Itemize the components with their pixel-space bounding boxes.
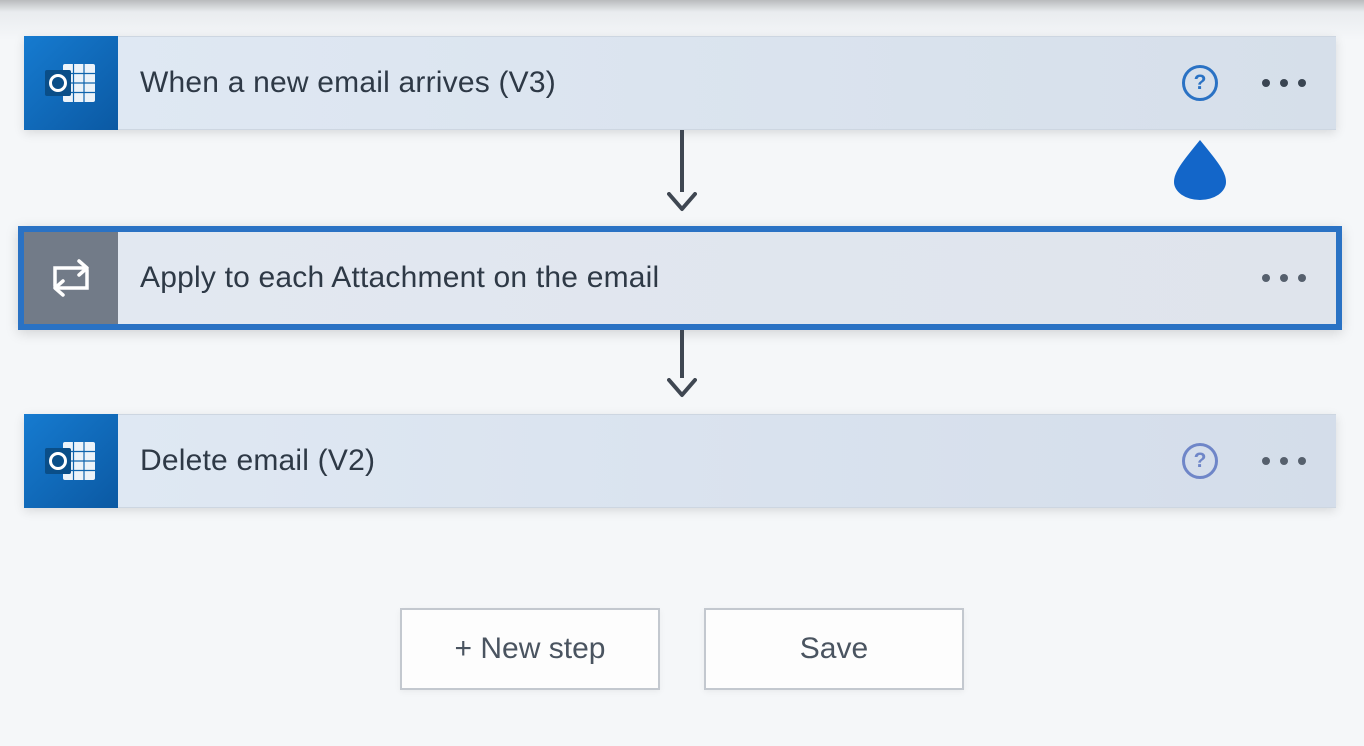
step-delete-email[interactable]: Delete email (V2) ?	[24, 414, 1336, 508]
step-trigger-email-arrives[interactable]: When a new email arrives (V3) ?	[24, 36, 1336, 130]
step-actions: ?	[1182, 65, 1308, 101]
apply-to-each-icon	[24, 232, 118, 324]
button-label: + New step	[455, 632, 606, 666]
outlook-icon	[24, 414, 118, 508]
step-title: Delete email (V2)	[140, 446, 375, 476]
flow-connector-arrow	[667, 130, 697, 212]
help-icon[interactable]: ?	[1182, 65, 1218, 101]
new-step-button[interactable]: + New step	[400, 608, 660, 690]
step-body: Apply to each Attachment on the email	[118, 232, 1336, 324]
touch-cursor-icon	[1168, 136, 1232, 200]
flow-designer-canvas: When a new email arrives (V3) ? Apply to…	[0, 0, 1364, 746]
flow-connector-arrow	[667, 330, 697, 398]
step-body: Delete email (V2) ?	[118, 414, 1336, 508]
step-title: Apply to each Attachment on the email	[140, 263, 659, 293]
step-actions	[1260, 270, 1308, 286]
save-button[interactable]: Save	[704, 608, 964, 690]
step-body: When a new email arrives (V3) ?	[118, 36, 1336, 130]
step-title: When a new email arrives (V3)	[140, 68, 556, 98]
ellipsis-icon[interactable]	[1260, 75, 1308, 91]
step-actions: ?	[1182, 443, 1308, 479]
outlook-icon	[24, 36, 118, 130]
step-apply-to-each-attachment[interactable]: Apply to each Attachment on the email	[18, 226, 1342, 330]
ellipsis-icon[interactable]	[1260, 270, 1308, 286]
ellipsis-icon[interactable]	[1260, 453, 1308, 469]
help-icon[interactable]: ?	[1182, 443, 1218, 479]
designer-footer-buttons: + New step Save	[400, 608, 964, 690]
button-label: Save	[800, 632, 868, 666]
